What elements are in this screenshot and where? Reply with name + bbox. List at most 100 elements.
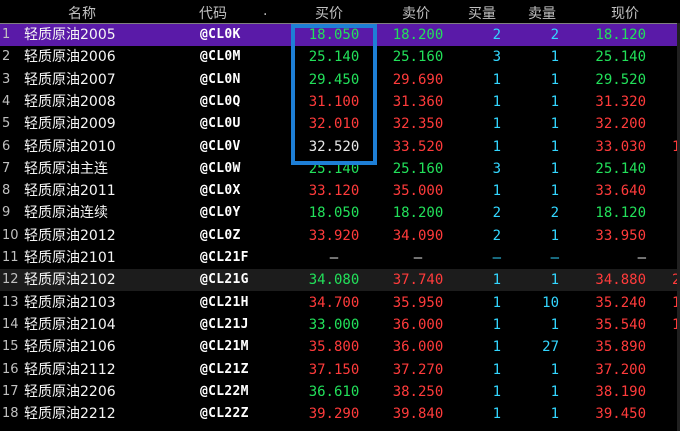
bid-volume: 2 bbox=[492, 27, 501, 43]
contract-name: 轻质原油连续 bbox=[24, 205, 108, 222]
contract-name: 轻质原油2212 bbox=[24, 406, 116, 423]
row-number: 9 bbox=[2, 205, 11, 221]
contract-name: 轻质原油2008 bbox=[24, 93, 116, 110]
last-price: 38.190 bbox=[595, 383, 646, 400]
contract-name: 轻质原油2112 bbox=[24, 361, 116, 378]
contract-code: @CL22Z bbox=[200, 406, 249, 422]
bid-price: 25.140 bbox=[308, 49, 360, 66]
contract-code: @CL0U bbox=[200, 116, 241, 132]
last-price: 18.120 bbox=[595, 27, 646, 43]
bid-volume: 1 bbox=[492, 383, 501, 400]
ask-volume: 1 bbox=[550, 316, 559, 333]
ask-price: 34.090 bbox=[392, 227, 444, 244]
contract-name: 轻质原油2006 bbox=[24, 49, 116, 66]
row-number: 12 bbox=[2, 272, 19, 288]
last-price: 37.200 bbox=[595, 361, 646, 378]
table-row[interactable]: 3 轻质原油2007 @CL0N 29.450 29.690 1 1 29.520 bbox=[0, 69, 680, 91]
bid-volume: 1 bbox=[492, 272, 501, 289]
header-code[interactable]: 代码 bbox=[199, 3, 227, 23]
ask-volume: 2 bbox=[550, 27, 559, 43]
header-bid[interactable]: 买价 bbox=[315, 3, 343, 23]
contract-code: @CL0V bbox=[200, 138, 241, 154]
contract-name: 轻质原油2206 bbox=[24, 383, 116, 400]
ask-volume: — bbox=[550, 250, 559, 266]
bid-volume: 1 bbox=[492, 93, 501, 110]
contract-code: @CL0X bbox=[200, 183, 241, 199]
ask-price: 35.950 bbox=[392, 294, 444, 311]
bid-price: 33.920 bbox=[308, 227, 360, 244]
last-price: 35.890 bbox=[595, 339, 646, 356]
bid-price: 39.290 bbox=[308, 406, 360, 423]
ask-volume: 2 bbox=[550, 205, 559, 222]
last-price: 35.240 bbox=[595, 294, 646, 311]
row-number: 8 bbox=[2, 183, 11, 199]
last-price: 33.640 bbox=[595, 183, 646, 200]
last-price: 33.950 bbox=[595, 227, 646, 244]
table-row[interactable]: 16 轻质原油2112 @CL21Z 37.150 37.270 1 1 37.200 bbox=[0, 359, 680, 381]
last-price: 29.520 bbox=[595, 71, 646, 88]
header-ask[interactable]: 卖价 bbox=[402, 3, 430, 23]
table-row[interactable]: 1 轻质原油2005 @CL0K 18.050 18.200 2 2 18.120 bbox=[0, 24, 680, 46]
bid-volume: 2 bbox=[492, 205, 501, 222]
ask-price: 35.000 bbox=[392, 183, 444, 200]
header-last-price[interactable]: 现价 bbox=[611, 3, 639, 23]
contract-code: @CL0N bbox=[200, 71, 241, 87]
ask-price: 31.360 bbox=[392, 93, 444, 110]
row-number: 18 bbox=[2, 406, 19, 422]
row-number: 5 bbox=[2, 116, 11, 132]
table-row[interactable]: 18 轻质原油2212 @CL22Z 39.290 39.840 1 1 39.450 bbox=[0, 403, 680, 425]
ask-volume: 1 bbox=[550, 160, 559, 177]
contract-code: @CL21M bbox=[200, 339, 249, 355]
ask-volume: 1 bbox=[550, 406, 559, 423]
bid-volume: 1 bbox=[492, 294, 501, 311]
table-row[interactable]: 4 轻质原油2008 @CL0Q 31.100 31.360 1 1 31.320 bbox=[0, 91, 680, 113]
header-bid-volume[interactable]: 买量 bbox=[468, 3, 496, 23]
last-price: 31.320 bbox=[595, 93, 646, 110]
table-row[interactable]: 12 轻质原油2102 @CL21G 34.080 37.740 1 1 34.880 2 bbox=[0, 269, 680, 292]
ask-volume: 1 bbox=[550, 272, 559, 289]
bid-volume: 3 bbox=[492, 49, 501, 66]
contract-name: 轻质原油2010 bbox=[24, 138, 116, 155]
table-row[interactable]: 15 轻质原油2106 @CL21M 35.800 36.000 1 27 35.890 bbox=[0, 336, 680, 358]
last-price: 33.030 bbox=[595, 138, 646, 155]
last-price: 35.540 bbox=[595, 316, 646, 333]
ask-price: 18.200 bbox=[392, 205, 444, 222]
ask-volume: 1 bbox=[550, 183, 559, 200]
contract-code: @CL0Y bbox=[200, 205, 241, 221]
contract-name: 轻质原油2011 bbox=[24, 183, 116, 200]
table-row[interactable]: 11 轻质原油2101 @CL21F — — — — — bbox=[0, 247, 680, 269]
bid-volume: 1 bbox=[492, 361, 501, 378]
table-row[interactable]: 17 轻质原油2206 @CL22M 36.610 38.250 1 1 38.190 bbox=[0, 381, 680, 403]
contract-name: 轻质原油主连 bbox=[24, 160, 108, 177]
bid-price: 34.080 bbox=[308, 272, 360, 289]
table-row[interactable]: 10 轻质原油2012 @CL0Z 33.920 34.090 2 1 33.950 bbox=[0, 225, 680, 247]
contract-name: 轻质原油2012 bbox=[24, 227, 116, 244]
bid-volume: — bbox=[492, 250, 501, 266]
ask-price: 29.690 bbox=[392, 71, 444, 88]
row-number: 17 bbox=[2, 383, 19, 399]
ask-price: 38.250 bbox=[392, 383, 444, 400]
ask-volume: 1 bbox=[550, 71, 559, 88]
bid-price: 32.010 bbox=[308, 116, 360, 133]
table-row[interactable]: 14 轻质原油2104 @CL21J 33.000 36.000 1 1 35.540 1 bbox=[0, 314, 680, 336]
bid-volume: 1 bbox=[492, 316, 501, 333]
header-ask-volume[interactable]: 卖量 bbox=[528, 3, 556, 23]
contract-code: @CL21H bbox=[200, 294, 249, 310]
table-row[interactable]: 7 轻质原油主连 @CL0W 25.140 25.160 3 1 25.140 bbox=[0, 158, 680, 180]
ask-price: 39.840 bbox=[392, 406, 444, 423]
header-name[interactable]: 名称 bbox=[68, 3, 96, 23]
table-row[interactable]: 6 轻质原油2010 @CL0V 32.520 33.520 1 1 33.030 1 bbox=[0, 136, 680, 158]
table-row[interactable]: 8 轻质原油2011 @CL0X 33.120 35.000 1 1 33.640 bbox=[0, 180, 680, 202]
bid-price: 31.100 bbox=[308, 93, 360, 110]
table-row[interactable]: 9 轻质原油连续 @CL0Y 18.050 18.200 2 2 18.120 bbox=[0, 202, 680, 224]
bid-price: 25.140 bbox=[308, 160, 360, 177]
table-row[interactable]: 13 轻质原油2103 @CL21H 34.700 35.950 1 10 35.240 1 bbox=[0, 292, 680, 314]
table-row[interactable]: 5 轻质原油2009 @CL0U 32.010 32.350 1 1 32.200 bbox=[0, 113, 680, 135]
table-row[interactable]: 2 轻质原油2006 @CL0M 25.140 25.160 3 1 25.140 bbox=[0, 46, 680, 68]
row-number: 13 bbox=[2, 294, 19, 310]
row-number: 14 bbox=[2, 316, 19, 332]
ask-volume: 1 bbox=[550, 227, 559, 244]
ask-volume: 27 bbox=[542, 339, 559, 356]
quote-table-header: 名称 代码 . 买价 卖价 买量 卖量 现价 bbox=[0, 0, 680, 24]
last-price: — bbox=[637, 250, 646, 266]
